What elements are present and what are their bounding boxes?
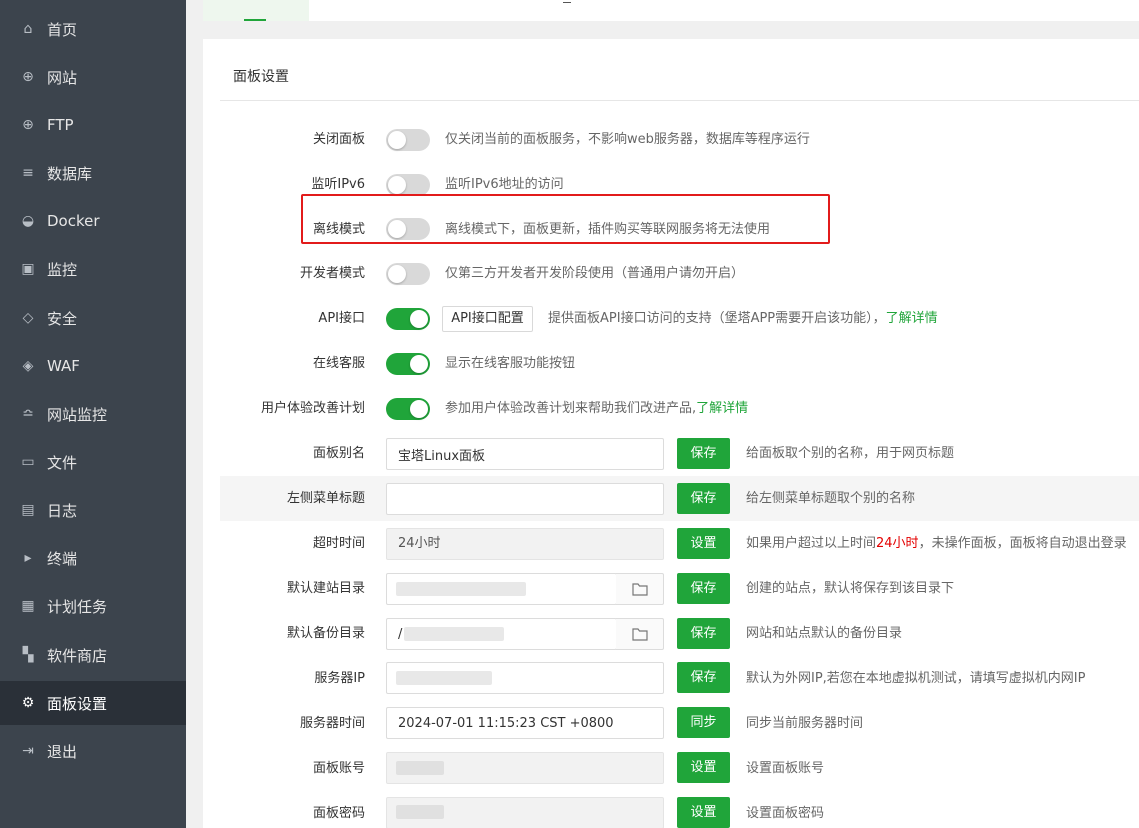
- folder-icon: [631, 628, 648, 641]
- panel-alias-save-button[interactable]: 保存: [677, 438, 730, 469]
- divider: [220, 100, 1139, 101]
- site-dir-desc: 创建的站点，默认将保存到该目录下: [746, 581, 955, 596]
- timeout-desc: 如果用户超过以上时间24小时，未操作面板，面板将自动退出登录: [746, 534, 1127, 554]
- sidebar-item-label: 网站: [47, 68, 78, 87]
- calendar-icon: ▦: [21, 598, 35, 614]
- backup-dir-save-button[interactable]: 保存: [677, 618, 730, 649]
- api-desc: 提供面板API接口访问的支持（堡塔APP需要开启该功能），了解详情: [548, 309, 938, 329]
- sidebar-item-home[interactable]: ⌂ 首页: [0, 7, 186, 51]
- menu-title-label: 左侧菜单标题: [286, 491, 365, 506]
- sidebar-item-label: 首页: [47, 20, 78, 39]
- server-ip-desc: 默认为外网IP,若您在本地虚拟机测试，请填写虚拟机内网IP: [746, 671, 1086, 686]
- redacted-value: [396, 671, 492, 685]
- panel-settings-card: [203, 39, 1139, 828]
- redacted-value: [396, 582, 526, 596]
- close-panel-desc: 仅关闭当前的面板服务，不影响web服务器，数据库等程序运行: [445, 132, 810, 147]
- redacted-value: [396, 805, 444, 819]
- folder-icon: [631, 583, 648, 596]
- server-time-input[interactable]: [386, 707, 664, 739]
- timeout-desc-before: 如果用户超过以上时间: [746, 536, 877, 551]
- active-tab[interactable]: [203, 0, 309, 21]
- ux-program-desc: 参加用户体验改善计划来帮助我们改进产品,了解详情: [445, 399, 748, 419]
- server-ip-label: 服务器IP: [314, 671, 365, 686]
- close-panel-label: 关闭面板: [312, 132, 365, 147]
- developer-mode-label: 开发者模式: [299, 266, 365, 281]
- api-label: API接口: [318, 311, 365, 326]
- backup-dir-label: 默认备份目录: [286, 626, 365, 641]
- panel-alias-label: 面板别名: [312, 446, 365, 461]
- offline-mode-highlight-box: [301, 194, 830, 244]
- home-icon: ⌂: [23, 21, 33, 37]
- server-time-sync-button[interactable]: 同步: [677, 707, 730, 738]
- tab-edge-fragment: [563, 0, 571, 3]
- logout-icon: ⇥: [22, 743, 34, 759]
- menu-title-save-button[interactable]: 保存: [677, 483, 730, 514]
- redacted-value: [404, 627, 504, 641]
- site-dir-save-button[interactable]: 保存: [677, 573, 730, 604]
- sidebar-item-websites[interactable]: ⊕ 网站: [0, 55, 186, 99]
- top-tabs-card: [203, 0, 1139, 21]
- timeout-input[interactable]: 24小时: [386, 528, 664, 560]
- site-dir-label: 默认建站目录: [286, 581, 365, 596]
- panel-account-desc: 设置面板账号: [746, 761, 825, 776]
- site-dir-browse-button[interactable]: [616, 573, 664, 605]
- ux-learn-more-link[interactable]: 了解详情: [696, 401, 748, 416]
- server-time-label: 服务器时间: [299, 716, 365, 731]
- active-tab-indicator: [244, 19, 266, 21]
- api-config-button[interactable]: API接口配置: [442, 306, 533, 332]
- app-store-icon: ▚: [22, 647, 34, 663]
- ipv6-toggle[interactable]: [386, 174, 430, 196]
- online-service-desc: 显示在线客服功能按钮: [445, 356, 576, 371]
- api-desc-text: 提供面板API接口访问的支持（堡塔APP需要开启该功能），: [548, 311, 886, 326]
- redacted-value: [396, 761, 444, 775]
- menu-title-input[interactable]: [386, 483, 664, 515]
- timeout-desc-highlight: 24小时: [876, 536, 919, 551]
- sidebar-item-label: 面板设置: [47, 694, 108, 713]
- api-toggle[interactable]: [386, 308, 430, 330]
- developer-mode-toggle[interactable]: [386, 263, 430, 285]
- menu-title-desc: 给左侧菜单标题取个别的名称: [746, 491, 916, 506]
- developer-mode-desc: 仅第三方开发者开发阶段使用（普通用户请勿开启）: [445, 266, 745, 281]
- ipv6-label: 监听IPv6: [311, 177, 365, 192]
- ux-program-desc-text: 参加用户体验改善计划来帮助我们改进产品,: [445, 401, 697, 416]
- close-panel-toggle[interactable]: [386, 129, 430, 151]
- panel-account-set-button[interactable]: 设置: [677, 752, 730, 783]
- timeout-set-button[interactable]: 设置: [677, 528, 730, 559]
- ipv6-desc: 监听IPv6地址的访问: [445, 177, 564, 192]
- panel-alias-desc: 给面板取个别的名称，用于网页标题: [746, 446, 955, 461]
- panel-account-label: 面板账号: [312, 761, 365, 776]
- backup-dir-desc: 网站和站点默认的备份目录: [746, 626, 903, 641]
- globe-icon: ⊕: [22, 69, 34, 85]
- server-time-desc: 同步当前服务器时间: [746, 716, 864, 731]
- online-service-toggle[interactable]: [386, 353, 430, 375]
- page-title: 面板设置: [233, 69, 289, 85]
- sidebar-item-label: 软件商店: [47, 646, 108, 665]
- online-service-label: 在线客服: [312, 356, 365, 371]
- timeout-desc-after: ，未操作面板，面板将自动退出登录: [918, 536, 1127, 551]
- api-learn-more-link[interactable]: 了解详情: [886, 311, 938, 326]
- panel-password-desc: 设置面板密码: [746, 806, 825, 821]
- panel-password-set-button[interactable]: 设置: [677, 797, 730, 828]
- ux-program-label: 用户体验改善计划: [260, 401, 365, 416]
- server-ip-save-button[interactable]: 保存: [677, 662, 730, 693]
- timeout-label: 超时时间: [312, 536, 365, 551]
- gear-icon: ⚙: [21, 695, 35, 711]
- ux-program-toggle[interactable]: [386, 398, 430, 420]
- backup-dir-browse-button[interactable]: [616, 618, 664, 650]
- panel-alias-input[interactable]: [386, 438, 664, 470]
- panel-password-label: 面板密码: [312, 806, 365, 821]
